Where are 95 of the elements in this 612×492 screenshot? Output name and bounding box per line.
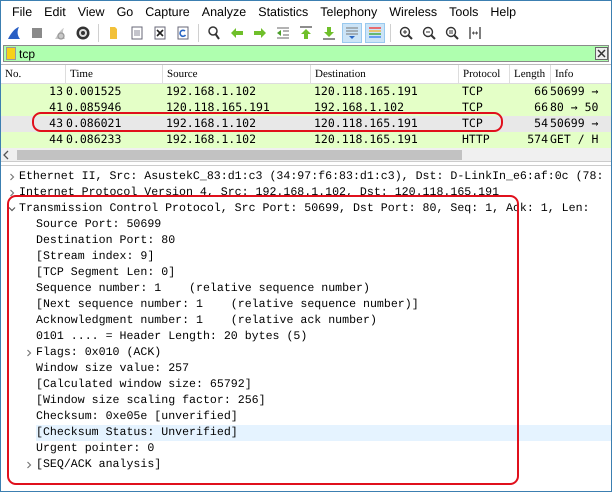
- table-cell-text: 50699 →: [550, 84, 600, 100]
- tree-item[interactable]: 0101 .... = Header Length: 20 bytes (5): [36, 329, 611, 345]
- search-icon: [206, 25, 222, 41]
- table-cell-text: TCP: [461, 84, 484, 100]
- menu-item[interactable]: View: [72, 4, 111, 18]
- packet-row[interactable]: 44 0.086233 192.168.1.102 120.118.165.191 HTTP 574 GET / H: [1, 132, 611, 148]
- tree-item[interactable]: [Window size scaling factor: 256]: [36, 393, 611, 409]
- colorize-icon: [367, 25, 383, 41]
- table-cell-text: 120.118.165.191: [313, 116, 419, 132]
- tree-item[interactable]: Ethernet II, Src: AsustekC_83:d1:c3 (34:97:f6:83:d1:c3), Dst: D-LinkIn_e6:af:0c (78:: [19, 169, 611, 185]
- chevron-right-icon[interactable]: [8, 189, 16, 197]
- table-cell-text: 0.085946: [65, 100, 122, 116]
- right-arrow-icon: [252, 25, 268, 41]
- table-cell-text: 192.168.1.102: [165, 132, 258, 148]
- horizontal-scrollbar[interactable]: [1, 148, 611, 162]
- autoscroll-icon: [344, 25, 360, 41]
- packet-row[interactable]: 43 0.086021 192.168.1.102 120.118.165.191 TCP 54 50699 →: [1, 116, 611, 132]
- table-cell-text: 66: [533, 100, 549, 116]
- table-cell-text: 0.086233: [65, 132, 122, 148]
- scrollbar-thumb[interactable]: [17, 150, 462, 160]
- tree-item[interactable]: [SEQ/ACK analysis]: [36, 457, 611, 473]
- column-header[interactable]: No.: [1, 65, 65, 83]
- reload-icon: [175, 25, 191, 41]
- table-cell-text: 80 → 50: [550, 100, 600, 116]
- menu-item[interactable]: Help: [484, 4, 522, 18]
- tree-item[interactable]: Source Port: 50699: [36, 217, 611, 233]
- down-arrow-icon: [321, 25, 337, 41]
- gear-icon: [75, 25, 91, 41]
- table-cell-text: 50699 →: [550, 116, 600, 132]
- column-header[interactable]: Info: [550, 65, 611, 83]
- tree-item[interactable]: Sequence number: 1 (relative sequence number): [36, 281, 611, 297]
- table-cell-text: 192.168.1.102: [313, 100, 406, 116]
- fin-restart-icon: [52, 25, 68, 41]
- chevron-right-icon[interactable]: [25, 461, 33, 469]
- table-cell-text: 43: [48, 116, 64, 132]
- clear-icon[interactable]: [595, 47, 608, 60]
- stop-icon: [29, 25, 45, 41]
- zoom-in-icon: [398, 25, 414, 41]
- column-header[interactable]: Destination: [310, 65, 458, 83]
- zoom-reset-icon: [444, 25, 460, 41]
- tree-item[interactable]: Destination Port: 80: [36, 233, 611, 249]
- table-cell-text: 120.118.165.191: [313, 84, 419, 100]
- column-header[interactable]: Length: [509, 65, 550, 83]
- table-cell-text: 192.168.1.102: [165, 116, 258, 132]
- tree-item[interactable]: Checksum: 0xe05e [unverified]: [36, 409, 611, 425]
- table-cell-text: 0.086021: [65, 116, 122, 132]
- tree-item[interactable]: [Stream index: 9]: [36, 249, 611, 265]
- table-cell-text: GET / H: [550, 132, 600, 148]
- table-cell-text: 120.118.165.191: [313, 132, 419, 148]
- menu-item[interactable]: Wireless: [383, 4, 444, 18]
- resize-columns-icon: [467, 25, 483, 41]
- table-cell-text: 41: [48, 100, 64, 116]
- tree-item[interactable]: Urgent pointer: 0: [36, 441, 611, 457]
- filter-bar[interactable]: tcp: [3, 45, 609, 62]
- chevron-down-icon[interactable]: [8, 205, 16, 213]
- table-cell-text: 44: [48, 132, 64, 148]
- tree-item[interactable]: [Calculated window size: 65792]: [36, 377, 611, 393]
- table-cell-text: 54: [533, 116, 549, 132]
- column-header[interactable]: Time: [65, 65, 162, 83]
- chevron-right-icon[interactable]: [8, 173, 16, 181]
- menu-item[interactable]: Telephony: [314, 4, 384, 18]
- shark-fin-icon: [6, 25, 22, 41]
- tree-item[interactable]: [Next sequence number: 1 (relative sequence number)]: [36, 297, 611, 313]
- menu-item[interactable]: Go: [110, 4, 140, 18]
- column-header[interactable]: Protocol: [458, 65, 509, 83]
- table-cell-text: 192.168.1.102: [165, 84, 258, 100]
- table-cell-text: 13: [48, 84, 64, 100]
- table-cell-text: 574: [526, 132, 549, 148]
- tree-item[interactable]: [TCP Segment Len: 0]: [36, 265, 611, 281]
- tree-item[interactable]: Acknowledgment number: 1 (relative ack number): [36, 313, 611, 329]
- menu-item[interactable]: File: [6, 4, 38, 18]
- chevron-right-icon[interactable]: [25, 349, 33, 357]
- close-file-icon: [152, 25, 168, 41]
- menu-item[interactable]: Analyze: [196, 4, 252, 18]
- document-icon: [129, 25, 145, 41]
- menu-item[interactable]: Statistics: [252, 4, 314, 18]
- tree-item[interactable]: Window size value: 257: [36, 361, 611, 377]
- tree-item[interactable]: [Checksum Status: Unverified]: [36, 425, 611, 441]
- table-cell-text: TCP: [461, 100, 484, 116]
- jump-to-packet-icon: [275, 25, 291, 41]
- tree-item[interactable]: Flags: 0x010 (ACK): [36, 345, 611, 361]
- menu-item[interactable]: Capture: [139, 4, 196, 18]
- table-cell-text: TCP: [461, 116, 484, 132]
- packet-row[interactable]: 13 0.001525 192.168.1.102 120.118.165.191 TCP 66 50699 →: [1, 84, 611, 100]
- menu-item[interactable]: Tools: [443, 4, 484, 18]
- column-header[interactable]: Source: [162, 65, 310, 83]
- filter-field[interactable]: tcp: [19, 46, 592, 60]
- table-cell-text: HTTP: [461, 132, 491, 148]
- up-arrow-icon: [298, 25, 314, 41]
- menu-item[interactable]: Edit: [38, 4, 72, 18]
- table-cell-text: 66: [533, 84, 549, 100]
- table-cell-text: 120.118.165.191: [165, 100, 271, 116]
- zoom-out-icon: [421, 25, 437, 41]
- packet-row[interactable]: 41 0.085946 120.118.165.191 192.168.1.102 TCP 66 80 → 50: [1, 100, 611, 116]
- table-cell-text: 0.001525: [65, 84, 122, 100]
